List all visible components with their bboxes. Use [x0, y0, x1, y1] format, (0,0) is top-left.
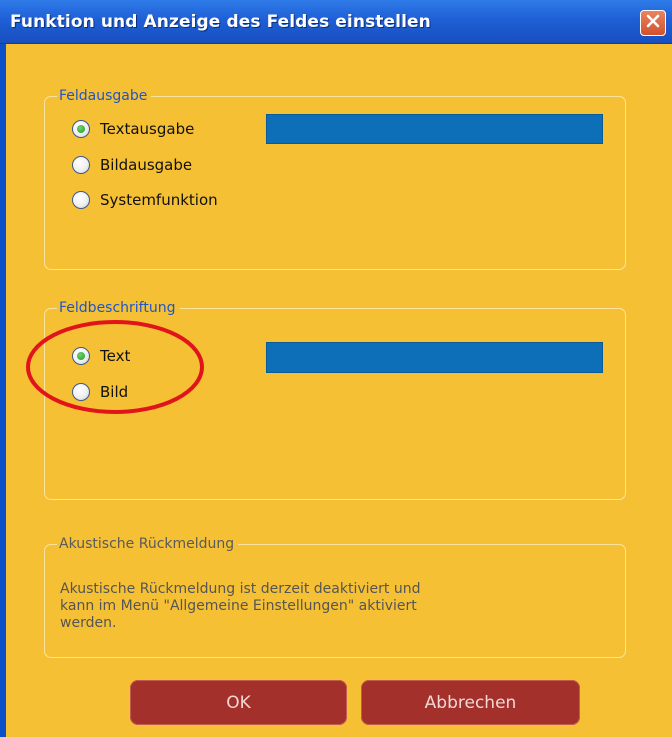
radio-button[interactable]: [72, 156, 90, 174]
akustik-info-line: werden.: [60, 615, 117, 631]
radio-label: Systemfunktion: [100, 191, 218, 209]
window-title: Funktion und Anzeige des Feldes einstell…: [10, 12, 431, 32]
radio-selected-dot: [77, 125, 85, 133]
akustik-info-line: kann im Menü "Allgemeine Einstellungen" …: [60, 598, 417, 614]
group-legend-feldausgabe: Feldausgabe: [57, 87, 152, 105]
akustik-info-line: Akustische Rückmeldung ist derzeit deakt…: [60, 581, 421, 597]
cancel-button[interactable]: Abbrechen: [361, 680, 580, 725]
radio-systemfunktion[interactable]: Systemfunktion: [72, 189, 218, 211]
radio-label: Textausgabe: [100, 120, 195, 138]
settings-dialog: Funktion und Anzeige des Feldes einstell…: [0, 0, 672, 737]
close-button[interactable]: [640, 10, 666, 36]
title-bar[interactable]: Funktion und Anzeige des Feldes einstell…: [0, 0, 672, 44]
group-legend-feldbeschriftung: Feldbeschriftung: [57, 299, 180, 317]
radio-button[interactable]: [72, 191, 90, 209]
ok-button[interactable]: OK: [130, 680, 347, 725]
group-legend-akustik: Akustische Rückmeldung: [57, 535, 239, 553]
radio-button[interactable]: [72, 120, 90, 138]
radio-label: Bildausgabe: [100, 156, 193, 174]
annotation-ellipse: [26, 320, 204, 414]
text-output-field[interactable]: [266, 114, 603, 144]
close-icon: [645, 13, 661, 33]
radio-textausgabe[interactable]: Textausgabe: [72, 118, 194, 140]
radio-bildausgabe[interactable]: Bildausgabe: [72, 154, 192, 176]
akustik-info-text: Akustische Rückmeldung ist derzeit deakt…: [60, 581, 540, 632]
label-text-field[interactable]: [266, 342, 603, 373]
window-left-border: [0, 44, 6, 737]
